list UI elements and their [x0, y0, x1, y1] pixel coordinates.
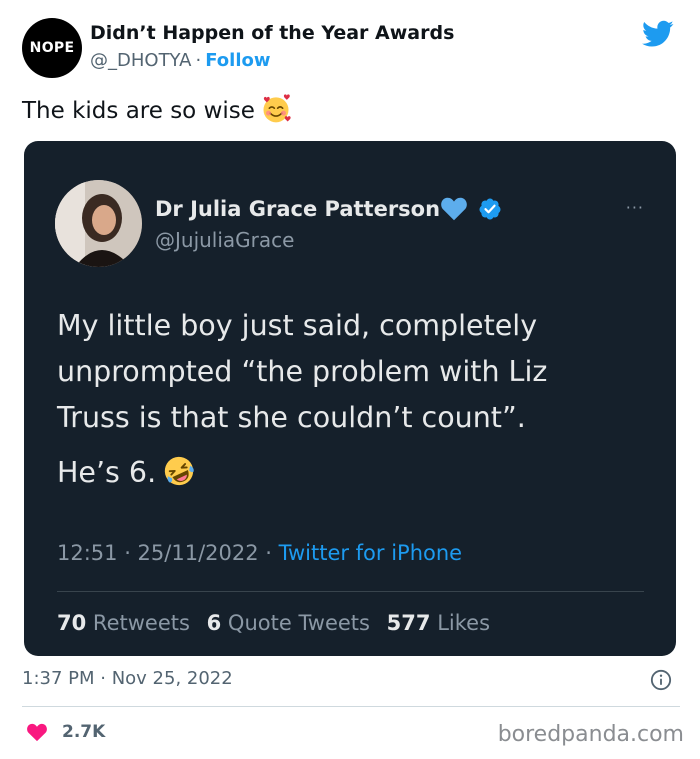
rolling-on-floor-laughing-icon [164, 456, 194, 486]
tweet-text-content: The kids are so wise [22, 98, 255, 124]
tweet-text: The kids are so wise [22, 94, 291, 124]
avatar[interactable]: NOPE [22, 18, 82, 78]
like-button[interactable]: 2.7K [26, 722, 105, 742]
embedded-author-name-row: Dr Julia Grace Patterson [155, 196, 502, 222]
author-display-name[interactable]: Didn’t Happen of the Year Awards [90, 22, 454, 44]
profile-photo [55, 180, 142, 267]
avatar-text: NOPE [29, 40, 75, 56]
embedded-tweet-text-line: unprompted “the problem with Liz [57, 355, 548, 388]
embedded-tweet-text-line: My little boy just said, completely [57, 309, 538, 342]
embedded-timestamp-row: 12:51 · 25/11/2022 · Twitter for iPhone [57, 541, 462, 565]
embedded-author-handle[interactable]: @JujuliaGrace [155, 228, 294, 252]
quote-tweets-count: 6 [206, 611, 222, 635]
separator: · [195, 50, 202, 71]
tweet-timestamp[interactable]: 1:37 PM · Nov 25, 2022 [22, 668, 233, 689]
embedded-tweet-text-second: He’s 6. [57, 454, 196, 489]
divider [57, 591, 644, 592]
info-icon[interactable] [650, 669, 672, 691]
embedded-tweet-text-line: He’s 6. [57, 456, 157, 489]
tweet-header: NOPE Didn’t Happen of the Year Awards @_… [22, 18, 682, 82]
watermark: boredpanda.com [497, 722, 684, 747]
quote-tweets-label: Quote Tweets [227, 611, 370, 635]
embedded-stats-row: 70 Retweets 6 Quote Tweets 577 Likes [57, 611, 500, 635]
smiling-face-with-hearts-icon [263, 94, 291, 123]
embedded-source-link[interactable]: Twitter for iPhone [279, 541, 463, 565]
divider [22, 706, 680, 707]
avatar[interactable] [55, 180, 142, 267]
embedded-tweet-text-line: Truss is that she couldn’t count”. [57, 401, 526, 434]
more-options-button[interactable]: ··· [626, 198, 644, 217]
retweets-stat[interactable]: 70 Retweets [57, 611, 190, 635]
embedded-author-display-name[interactable]: Dr Julia Grace Patterson [155, 197, 440, 221]
likes-count: 2.7K [62, 722, 106, 742]
blue-heart-icon [441, 197, 467, 221]
author-handle-row: @_DHOTYA · Follow [90, 50, 271, 71]
likes-stat[interactable]: 577 Likes [387, 611, 490, 635]
heart-icon [27, 723, 47, 742]
embedded-tweet-card[interactable]: Dr Julia Grace Patterson @JujuliaGrace ·… [24, 141, 676, 656]
likes-label: Likes [437, 611, 491, 635]
verified-badge-icon [479, 198, 501, 220]
author-handle[interactable]: @_DHOTYA [90, 50, 191, 71]
follow-button[interactable]: Follow [205, 50, 270, 71]
twitter-bird-icon[interactable] [642, 20, 674, 48]
embedded-timestamp[interactable]: 12:51 · 25/11/2022 · [57, 541, 279, 565]
likes-count: 577 [386, 611, 431, 635]
quote-tweets-stat[interactable]: 6 Quote Tweets [207, 611, 370, 635]
retweets-count: 70 [57, 611, 87, 635]
retweets-label: Retweets [92, 611, 190, 635]
embedded-tweet-text: My little boy just said, completely unpr… [57, 303, 647, 441]
